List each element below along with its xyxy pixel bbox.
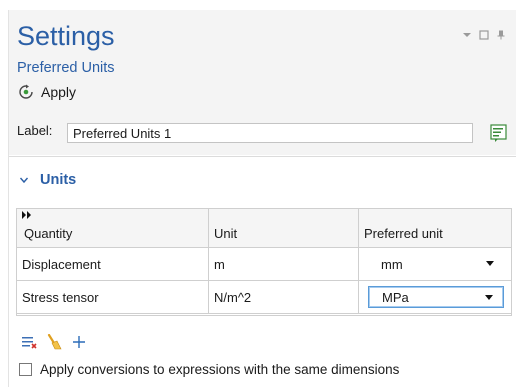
table-header-row: Quantity Unit Preferred unit xyxy=(16,208,512,248)
apply-conversions-checkbox[interactable] xyxy=(19,363,32,376)
units-table: Quantity Unit Preferred unit Displacemen… xyxy=(16,208,512,314)
page-title: Settings xyxy=(17,21,115,51)
apply-label: Apply xyxy=(41,84,77,100)
dropdown-arrow-icon xyxy=(485,295,493,300)
sweep-icon[interactable] xyxy=(46,334,62,350)
sort-arrows-icon[interactable] xyxy=(22,211,32,219)
settings-panel: Settings Preferred Units Apply Label: Pr… xyxy=(0,0,516,387)
unit-cell: m xyxy=(208,247,359,281)
table-empty-row xyxy=(16,308,512,316)
column-header-unit[interactable]: Unit xyxy=(208,208,359,248)
chevron-down-icon xyxy=(19,177,29,184)
column-header-preferred-unit[interactable]: Preferred unit xyxy=(358,208,512,248)
apply-conversions-option[interactable]: Apply conversions to expressions with th… xyxy=(19,362,399,377)
preferred-unit-value: mm xyxy=(381,256,403,272)
maximize-icon[interactable] xyxy=(479,30,489,40)
section-title: Units xyxy=(40,172,77,188)
quantity-cell: Displacement xyxy=(16,247,209,281)
preferred-unit-value: MPa xyxy=(382,289,409,305)
page-subtitle: Preferred Units xyxy=(17,60,115,76)
apply-button[interactable]: Apply xyxy=(18,84,76,100)
apply-conversions-label: Apply conversions to expressions with th… xyxy=(40,362,400,377)
dropdown-arrow-icon[interactable] xyxy=(462,30,472,40)
apply-refresh-icon xyxy=(19,84,33,99)
header-separator xyxy=(9,156,516,157)
pin-icon[interactable] xyxy=(496,30,506,40)
label-caption: Label: xyxy=(17,123,53,138)
preferred-unit-cell[interactable]: mm xyxy=(358,247,512,281)
table-toolbar xyxy=(21,334,87,350)
label-input[interactable]: Preferred Units 1 xyxy=(67,123,473,143)
table-row[interactable]: Displacement m mm xyxy=(16,247,512,281)
clear-table-icon[interactable] xyxy=(21,334,37,350)
window-controls xyxy=(462,30,506,40)
preferred-unit-dropdown[interactable]: mm xyxy=(368,253,504,275)
add-icon[interactable] xyxy=(71,334,87,350)
dropdown-arrow-icon xyxy=(486,261,494,266)
edit-label-icon[interactable] xyxy=(489,123,509,143)
preferred-unit-dropdown[interactable]: MPa xyxy=(368,286,504,308)
units-section-header[interactable]: Units xyxy=(19,172,76,188)
column-header-quantity[interactable]: Quantity xyxy=(16,208,209,248)
